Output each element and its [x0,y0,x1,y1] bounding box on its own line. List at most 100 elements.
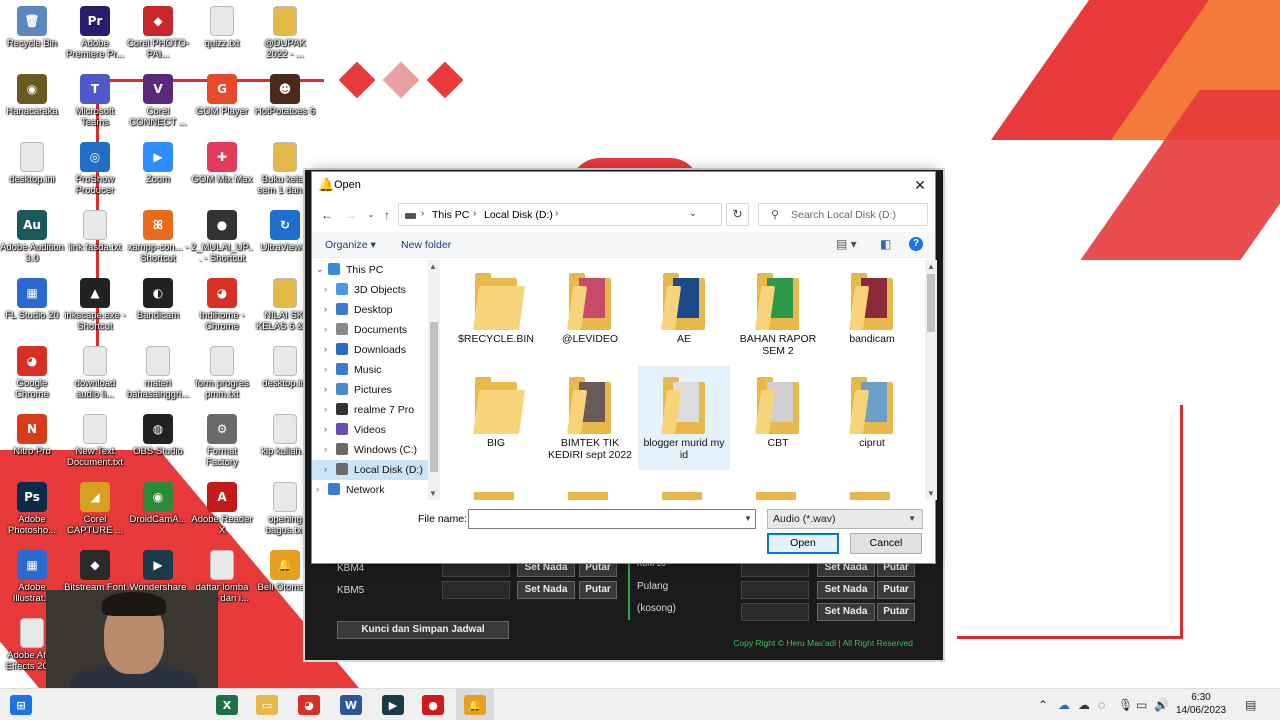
desktop-icon-obs[interactable]: ◍ OBS Studio [126,412,190,480]
taskbar-bell-icon[interactable]: 🔔 [464,695,486,715]
chevron-right-icon[interactable]: › [324,364,327,374]
filename-dropdown-icon[interactable]: ▼ [744,514,752,523]
pulang-play-button[interactable]: Putar [877,581,915,599]
onedrive-icon[interactable]: ☁ [1058,698,1070,712]
taskbar-chrome-icon[interactable]: ◕ [298,695,320,715]
filetype-select[interactable]: Audio (*.wav) ▼ [767,509,923,529]
nav-item-local-disk-d[interactable]: › Local Disk (D:) [312,460,430,480]
breadcrumb-separator-icon[interactable]: › [473,208,476,219]
desktop-icon-dupak[interactable]: @DUPAK 2022 - ... [253,4,317,72]
search-box[interactable]: ⚲ Search Local Disk (D:) [758,203,928,226]
system-clock[interactable]: 6:30 14/06/2023 [1172,691,1230,717]
folder-tile[interactable]: $RECYCLE.BIN [450,262,542,366]
save-schedule-button[interactable]: Kunci dan Simpan Jadwal [337,621,509,639]
desktop-icon-corelconnect[interactable]: V Corel CONNECT ... [126,72,190,140]
scroll-down-icon[interactable]: ▼ [927,489,935,498]
up-arrow-icon[interactable]: ↑ [378,206,396,224]
nav-item-pictures[interactable]: › Pictures [312,380,430,400]
desktop-icon-formatfactory[interactable]: ⚙ Format Factory [190,412,254,480]
nav-item-desktop[interactable]: › Desktop [312,300,430,320]
folder-tile[interactable]: BIMTEK TIK KEDIRI sept 2022 [544,366,636,470]
desktop-icon-corelphoto[interactable]: ◆ Corel PHOTO-PAI... [126,4,190,72]
desktop-icon-hotpotatoes[interactable]: ☻ HotPotatoes 6 [253,72,317,140]
desktop-icon-hanacaraka[interactable]: ◉ Hanacaraka [0,72,64,140]
desktop-icon-gommix[interactable]: ✚ GOM Mix Max [190,140,254,208]
desktop-icon-audition[interactable]: Au Adobe Audition 3.0 [0,208,64,276]
desktop-icon-flstudio[interactable]: ▦ FL Studio 20 [0,276,64,344]
desktop-icon-zoom[interactable]: ▶ Zoom [126,140,190,208]
battery-icon[interactable]: ▭ [1136,698,1147,712]
desktop-icon-mulai[interactable]: ● 2_MULAI_UP... - Shortcut [190,208,254,276]
taskbar-start-icon[interactable]: ⊞ [10,695,32,715]
open-button[interactable]: Open [767,533,839,554]
chevron-right-icon[interactable]: › [324,304,327,314]
kosong-set-button[interactable]: Set Nada [817,603,875,621]
taskbar-excel-icon[interactable]: X [216,695,238,715]
nav-item-windows-c[interactable]: › Windows (C:) [312,440,430,460]
folder-tile[interactable]: @LEVIDEO [544,262,636,366]
nav-item-documents[interactable]: › Documents [312,320,430,340]
desktop-icon-chrome[interactable]: ◕ Google Chrome [0,344,64,412]
address-dropdown-icon[interactable]: ⌄ [689,208,697,219]
view-options-icon[interactable]: ▤ ▾ [836,237,857,251]
chevron-right-icon[interactable]: › [324,324,327,334]
desktop-icon-linkfasda[interactable]: link fasda.txt [63,208,127,276]
nav-item-network[interactable]: › Network [312,480,430,500]
kbm5-set-button[interactable]: Set Nada [517,581,575,599]
nav-scroll-thumb[interactable] [430,322,438,472]
desktop-icon-newtext[interactable]: New Text Document.txt [63,412,127,480]
desktop-icon-premiere[interactable]: Pr Adobe Premiere Pr... [63,4,127,72]
files-scroll-thumb[interactable] [927,274,935,332]
kbm5-field[interactable] [442,581,510,599]
address-bar[interactable]: › This PC › Local Disk (D:) › ⌄ [398,203,722,226]
desktop-icon-gom[interactable]: G GOM Player [190,72,254,140]
taskbar-record-icon[interactable]: ● [422,695,444,715]
chevron-right-icon[interactable]: › [316,484,319,494]
taskbar-word-icon[interactable]: W [340,695,362,715]
back-arrow-icon[interactable]: ← [318,206,336,224]
notification-icon[interactable]: ▤ [1245,698,1256,712]
pulang-field[interactable] [741,581,809,599]
scroll-up-icon[interactable]: ▲ [927,262,935,271]
network-cloud-icon[interactable]: ☁ [1078,698,1090,712]
refresh-icon[interactable]: ↻ [726,203,749,226]
folder-tile[interactable]: blogger murid my id [638,366,730,470]
tray-chevron-icon[interactable]: ⌃ [1038,698,1048,712]
taskbar-explorer-icon[interactable]: ▭ [256,695,278,715]
desktop-icon-downloadaudio[interactable]: download audio li... [63,344,127,412]
desktop-icon-indihome[interactable]: ◕ Indihome - Chrome [190,276,254,344]
preview-pane-icon[interactable]: ◧ [880,237,891,251]
chevron-right-icon[interactable]: › [324,344,327,354]
folder-tile-partial[interactable] [568,492,608,500]
files-scrollbar[interactable]: ▲ ▼ [925,260,937,500]
organize-button[interactable]: Organize ▾ [325,239,376,251]
folder-tile[interactable]: AE [638,262,730,366]
breadcrumb-separator-icon[interactable]: › [555,208,558,219]
desktop-icon-inkscape[interactable]: ▲ inkscape.exe - Shortcut [63,276,127,344]
desktop-icon-adobereader[interactable]: A Adobe Reader X [190,480,254,548]
nav-scrollbar[interactable]: ▲ ▼ [428,260,440,500]
dialog-titlebar[interactable]: 🔔 Open ✕ [312,172,935,198]
chevron-right-icon[interactable]: › [324,404,327,414]
desktop-icon-materi[interactable]: materi bahasainggri... [126,344,190,412]
nav-item-realme-7-pro[interactable]: › realme 7 Pro [312,400,430,420]
chevron-right-icon[interactable]: › [324,424,327,434]
desktop-icon-quizz[interactable]: quizz.txt [190,4,254,72]
desktop-icon-formprogres[interactable]: form progres pmm.txt [190,344,254,412]
pulang-set-button[interactable]: Set Nada [817,581,875,599]
microphone-icon[interactable]: 🎙 [1118,698,1133,712]
desktop-icon-teams[interactable]: T Microsoft Teams [63,72,127,140]
breadcrumb-this-pc[interactable]: This PC [432,209,469,221]
desktop-icon-recycle[interactable]: 🗑 Recycle Bin [0,4,64,72]
desktop-icon-xampp[interactable]: ꕤ xampp-con... - Shortcut [126,208,190,276]
nav-item-videos[interactable]: › Videos [312,420,430,440]
chevron-right-icon[interactable]: › [324,464,327,474]
kosong-field[interactable] [741,603,809,621]
nav-item-music[interactable]: › Music [312,360,430,380]
forward-arrow-icon[interactable]: → [342,206,360,224]
kbm5-play-button[interactable]: Putar [579,581,617,599]
help-icon[interactable]: ? [909,237,923,251]
wifi-icon[interactable]: ◌ [1098,698,1105,712]
desktop-icon-desktopini[interactable]: desktop.ini [0,140,64,208]
new-folder-button[interactable]: New folder [401,239,451,251]
